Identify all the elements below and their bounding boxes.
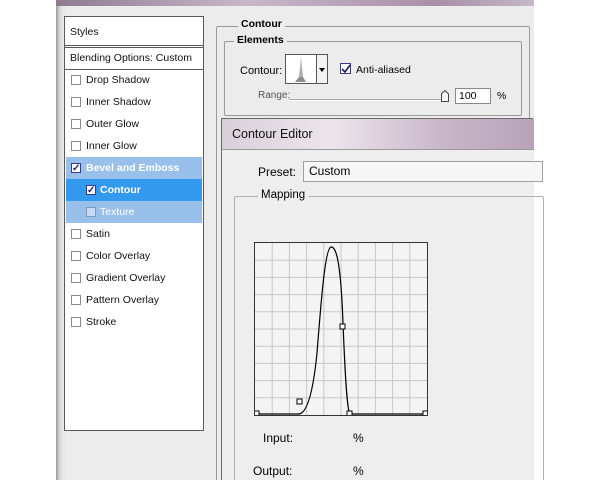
chevron-down-icon [319,68,325,72]
contour-preview-icon [287,57,315,82]
dialog-title-strip [56,0,534,6]
style-item-label: Outer Glow [86,118,140,130]
anti-aliased-label: Anti-aliased [356,64,411,76]
outer-glow-checkbox[interactable] [71,119,81,129]
bevel-emboss-checkbox[interactable] [71,158,81,180]
style-item-label: Gradient Overlay [86,272,166,284]
style-item-label: Inner Glow [86,140,137,152]
styles-header-label: Styles [70,26,99,38]
contour-section-title: Contour [238,18,285,30]
style-item-label: Drop Shadow [86,74,150,86]
style-item-satin[interactable]: Satin [66,223,202,245]
range-value-input[interactable]: 100 [455,88,491,104]
contour-dropdown-button[interactable] [317,54,328,84]
satin-checkbox[interactable] [71,229,81,239]
contour-label: Contour: [240,65,283,77]
elements-group [224,41,522,116]
pattern-overlay-checkbox[interactable] [71,295,81,305]
style-item-label: Stroke [86,316,117,328]
texture-checkbox[interactable] [86,207,96,217]
contour-mapping-graph[interactable] [253,242,429,417]
styles-list: Styles Blending Options: Custom Drop Sha… [64,16,204,431]
style-item-drop-shadow[interactable]: Drop Shadow [66,69,202,91]
style-item-label: Texture [100,206,135,218]
preset-select[interactable]: Custom [303,161,543,182]
style-item-pattern-overlay[interactable]: Pattern Overlay [66,289,202,311]
contour-editor-window: Contour Editor Preset: Custom Mapping In… [221,118,544,480]
inner-shadow-checkbox[interactable] [71,97,81,107]
style-item-gradient-overlay[interactable]: Gradient Overlay [66,267,202,289]
style-item-label: Color Overlay [86,250,151,262]
inner-glow-checkbox[interactable] [71,141,81,151]
style-item-bevel-emboss[interactable]: Bevel and Emboss [66,157,202,180]
checkmark-icon [341,64,351,74]
style-item-label: Contour [100,184,141,196]
range-slider-track[interactable] [289,99,449,101]
range-slider-thumb[interactable] [441,89,449,102]
divider [65,45,203,46]
contour-checkbox[interactable] [86,180,96,202]
style-item-texture[interactable]: Texture [66,201,202,223]
range-unit: % [497,90,507,102]
elements-title: Elements [234,34,287,46]
output-label: Output: [253,464,293,478]
contour-editor-body: Preset: Custom Mapping Input: % Output: … [222,149,544,480]
style-item-label: Satin [86,228,110,240]
style-item-stroke[interactable]: Stroke [66,311,202,333]
preset-label: Preset: [258,165,297,179]
style-item-contour[interactable]: Contour [66,179,202,202]
contour-thumbnail[interactable] [285,54,317,84]
style-item-outer-glow[interactable]: Outer Glow [66,113,202,135]
anti-aliased-checkbox[interactable] [340,63,351,74]
mapping-title: Mapping [258,189,309,201]
style-item-color-overlay[interactable]: Color Overlay [66,245,202,267]
blending-options-item[interactable]: Blending Options: Custom [66,47,202,69]
contour-editor-title[interactable]: Contour Editor [222,119,534,149]
slider-thumb-icon [441,89,449,102]
style-item-label: Inner Shadow [86,96,151,108]
mapping-curve-graph [253,243,429,417]
input-unit: % [353,431,364,445]
drop-shadow-checkbox[interactable] [71,75,81,85]
blending-options-label: Blending Options: Custom [70,52,192,64]
style-item-label: Pattern Overlay [86,294,159,306]
input-label: Input: [263,431,294,445]
stroke-checkbox[interactable] [71,317,81,327]
styles-header[interactable]: Styles [66,21,202,43]
range-label: Range: [258,90,291,101]
style-item-label: Bevel and Emboss [86,162,180,174]
output-unit: % [353,464,364,478]
style-item-inner-shadow[interactable]: Inner Shadow [66,91,202,113]
color-overlay-checkbox[interactable] [71,251,81,261]
gradient-overlay-checkbox[interactable] [71,273,81,283]
style-item-inner-glow[interactable]: Inner Glow [66,135,202,157]
